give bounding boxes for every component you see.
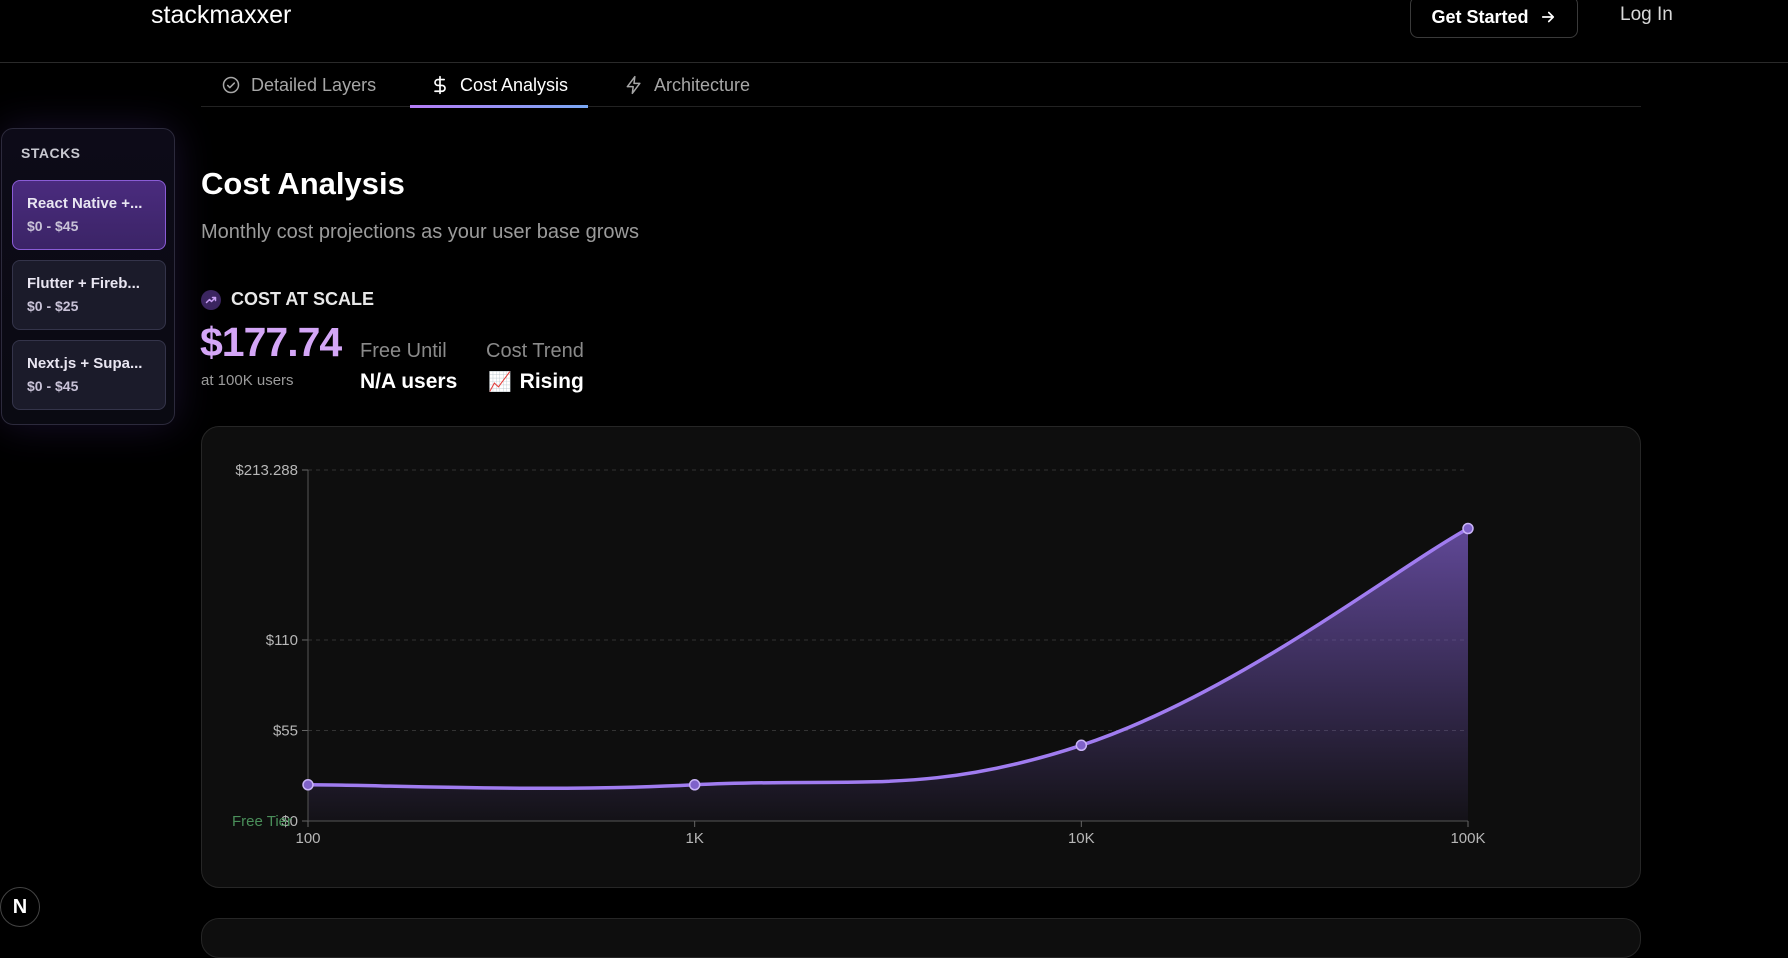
stack-price: $0 - $45 <box>27 218 79 234</box>
x-tick-label: 100 <box>295 830 320 847</box>
cost-trend-label: Cost Trend <box>486 340 584 362</box>
lightning-icon <box>626 75 641 95</box>
data-point <box>1075 739 1088 752</box>
section-tabs: Detailed Layers Cost Analysis Architectu… <box>201 63 1641 108</box>
stack-price: $0 - $25 <box>27 298 79 314</box>
stack-name: React Native +... <box>27 195 143 212</box>
page-subtitle: Monthly cost projections as your user ba… <box>201 221 639 243</box>
top-nav: stackmaxxer Get Started Log In <box>0 0 1788 63</box>
stack-item-react-native[interactable]: React Native +... $0 - $45 <box>12 180 166 250</box>
page-title: Cost Analysis <box>201 166 405 201</box>
cost-at-scale-value: $177.74 <box>200 319 342 365</box>
tab-label: Cost Analysis <box>460 74 569 95</box>
get-started-button[interactable]: Get Started <box>1410 0 1578 38</box>
x-tick-label: 1K <box>685 830 703 847</box>
data-point <box>302 779 314 791</box>
x-tick-label: 100K <box>1450 830 1485 847</box>
free-until-label: Free Until <box>360 340 447 362</box>
check-circle-icon <box>222 76 240 94</box>
cost-area <box>308 528 1468 821</box>
sidebar-title: STACKS <box>21 145 81 161</box>
free-until-text: N/A users <box>360 370 458 393</box>
stack-item-flutter[interactable]: Flutter + Fireb... $0 - $25 <box>12 260 166 330</box>
tab-cost-analysis[interactable]: Cost Analysis <box>410 63 589 108</box>
tab-label: Architecture <box>654 74 751 95</box>
chart-increasing-icon: 📈 <box>488 372 512 393</box>
cost-trend-text: Rising <box>519 370 584 393</box>
cost-chart-svg: $0$55$110$213.288100 1K 10K 100KFree Tier <box>232 462 1486 847</box>
free-tier-label: Free Tier <box>232 813 292 830</box>
stack-price: $0 - $45 <box>27 378 79 394</box>
y-tick-label: $110 <box>266 632 298 649</box>
y-tick-label: $55 <box>273 722 298 739</box>
data-point <box>688 779 701 791</box>
y-tick-label: $213.288 <box>235 462 298 479</box>
cost-trend-value: 📈 Rising <box>488 370 584 394</box>
trending-up-icon <box>201 289 221 310</box>
tab-label: Detailed Layers <box>251 74 377 95</box>
x-tick-label: 10K <box>1068 830 1095 847</box>
login-link[interactable]: Log In <box>1620 4 1673 26</box>
stack-item-nextjs[interactable]: Next.js + Supa... $0 - $45 <box>12 340 166 410</box>
stack-name: Next.js + Supa... <box>27 355 143 372</box>
stack-name: Flutter + Fireb... <box>27 275 140 292</box>
next-section-card <box>201 918 1641 958</box>
next-dev-badge[interactable]: N <box>0 887 40 927</box>
free-until-value: N/A users <box>360 370 457 394</box>
dollar-icon <box>434 75 446 95</box>
stacks-sidebar: STACKS React Native +... $0 - $45 Flutte… <box>1 128 175 425</box>
scale-heading-label: COST AT SCALE <box>231 289 374 309</box>
tab-architecture[interactable]: Architecture <box>604 63 770 107</box>
cost-at-scale-users: at 100K users <box>201 372 294 389</box>
get-started-label: Get Started <box>1431 6 1529 27</box>
cost-at-scale-heading: COST AT SCALE <box>201 289 374 310</box>
brand-logo[interactable]: stackmaxxer <box>151 0 291 30</box>
cost-chart: $0 $55 $110 $213.288 100 1K 10K 100K Free Tier <box>201 426 1641 888</box>
arrow-right-icon <box>1541 11 1554 23</box>
tab-detailed-layers[interactable]: Detailed Layers <box>201 63 396 107</box>
data-point <box>1462 522 1474 535</box>
